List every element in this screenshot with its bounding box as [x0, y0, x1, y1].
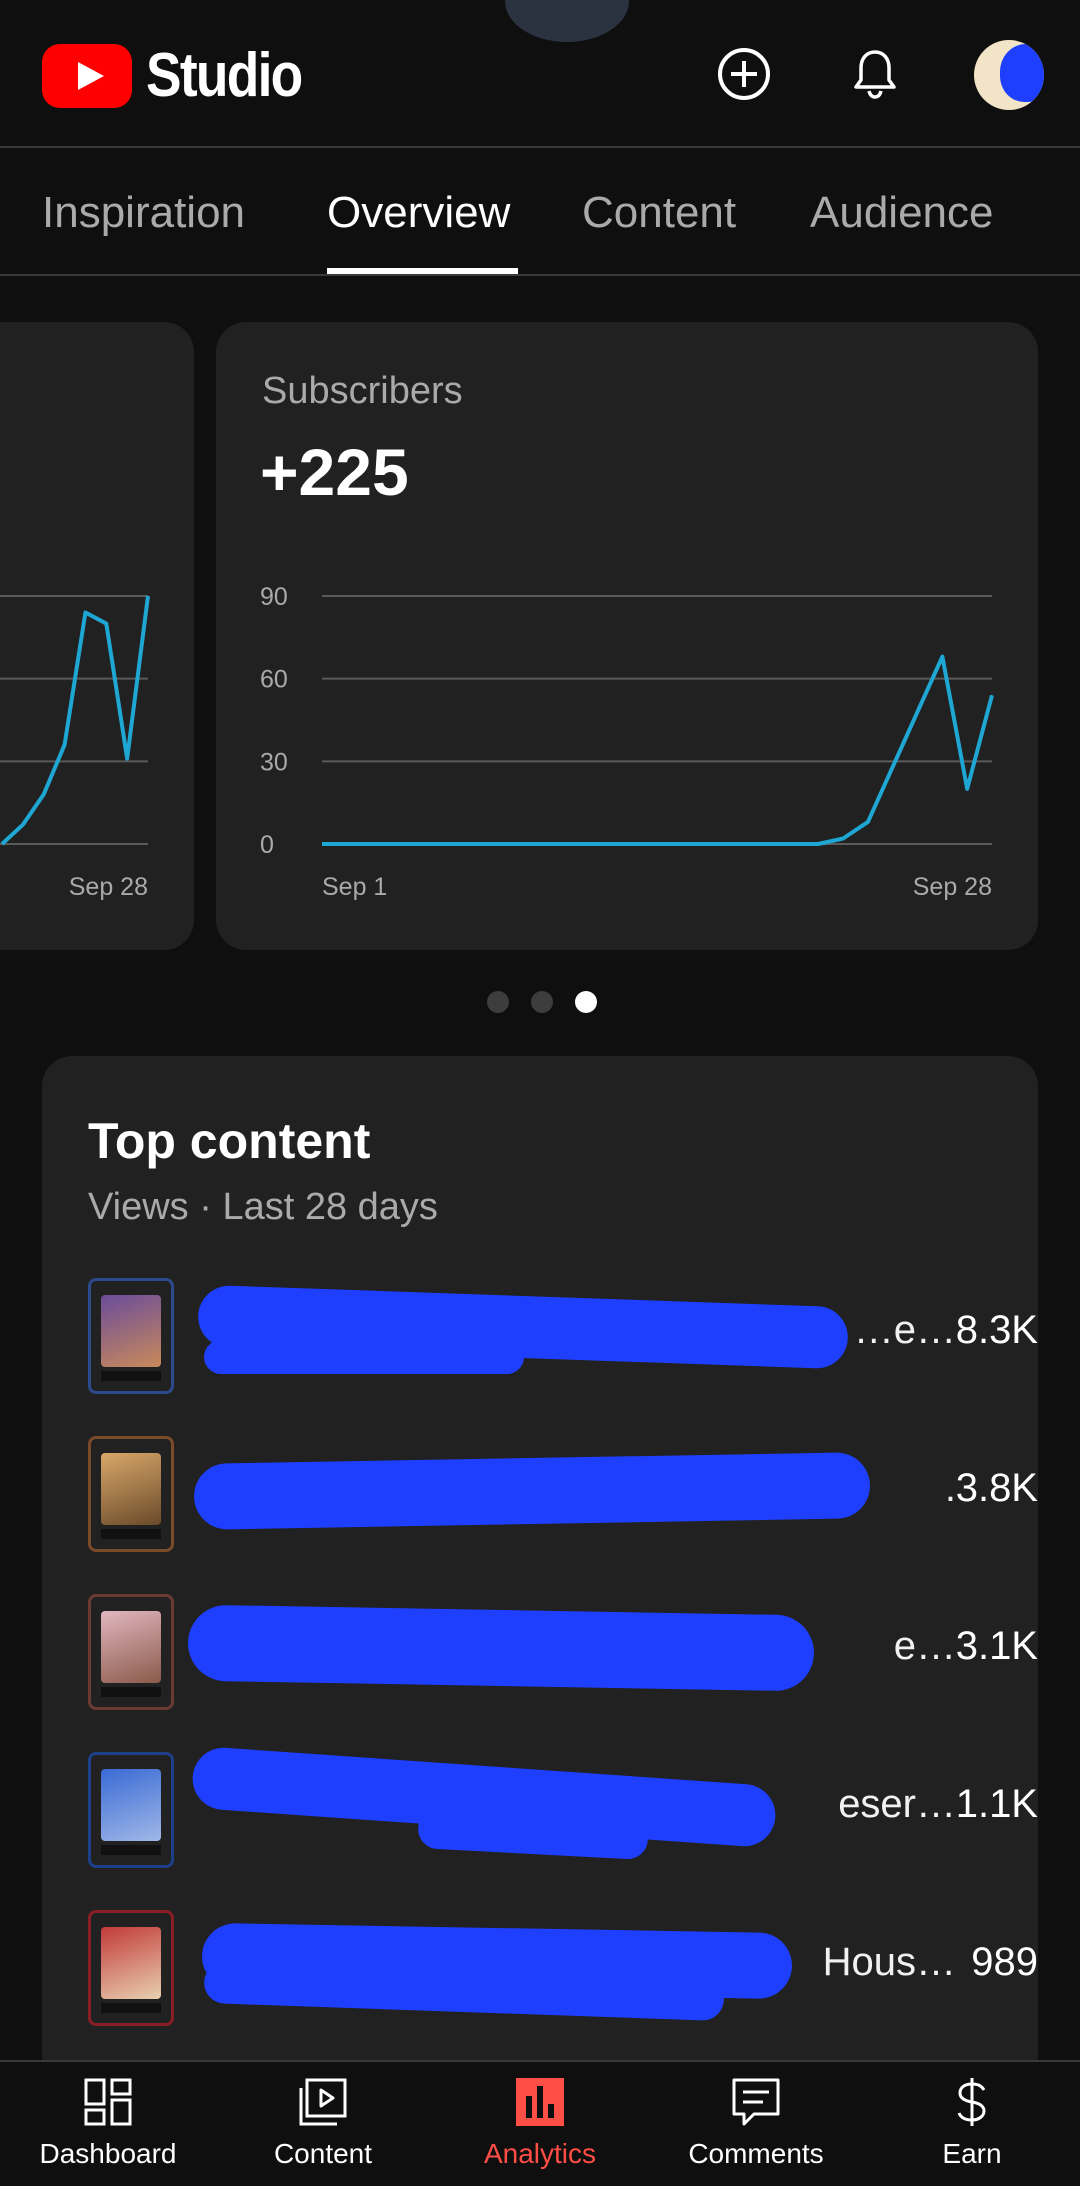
tab-content[interactable]: Content — [582, 188, 736, 238]
dashboard-icon — [84, 2078, 132, 2126]
camera-notch — [505, 0, 629, 42]
bell-icon — [854, 50, 896, 99]
carousel-dot-active[interactable] — [575, 991, 597, 1013]
nav-label: Analytics — [483, 2138, 597, 2169]
content-row[interactable]: …e… 8.3K — [88, 1278, 1038, 1396]
redaction-mark — [193, 1452, 871, 1530]
nav-dashboard[interactable]: Dashboard — [8, 2074, 208, 2170]
x-tick-label-end: Sep 28 — [69, 873, 148, 901]
tab-overview[interactable]: Overview — [327, 188, 510, 238]
y-tick-label: 60 — [260, 666, 288, 694]
bottom-navigation: Dashboard Content Analytics Comments Ear… — [0, 2060, 1080, 2186]
comments-icon — [732, 2078, 780, 2126]
dollar-icon — [957, 2078, 986, 2126]
tab-inspiration[interactable]: Inspiration — [42, 188, 245, 238]
avatar[interactable] — [974, 40, 1044, 110]
view-count: 3.1K — [955, 1624, 1038, 1668]
nav-content[interactable]: Content — [223, 2074, 423, 2170]
active-tab-indicator — [327, 268, 518, 274]
top-content-subtitle: Views · Last 28 days — [88, 1186, 438, 1228]
series-line — [322, 654, 994, 846]
app-header: Studio — [0, 0, 1080, 148]
content-icon — [299, 2078, 347, 2126]
plus-circle-icon — [718, 48, 770, 100]
analytics-icon — [516, 2078, 564, 2126]
top-content-title: Top content — [88, 1113, 371, 1169]
notifications-button[interactable] — [843, 42, 907, 106]
y-tick-label: 0 — [260, 831, 274, 859]
nav-label: Content — [273, 2138, 373, 2169]
app-name: Studio — [146, 41, 303, 110]
nav-analytics[interactable]: Analytics — [440, 2074, 640, 2170]
nav-comments[interactable]: Comments — [656, 2074, 856, 2170]
previous-line-chart: Sep 28 — [0, 595, 150, 901]
subscribers-card[interactable]: Subscribers +225 Sep 1 Sep 28 0 30 60 90 — [216, 322, 1038, 950]
redaction-mark — [204, 1340, 524, 1374]
studio-logo[interactable]: Studio — [42, 40, 327, 111]
content-row[interactable]: e… 3.1K — [88, 1594, 1038, 1712]
create-button[interactable] — [712, 42, 776, 106]
video-thumbnail — [88, 1752, 174, 1868]
carousel-dot[interactable] — [531, 991, 553, 1013]
nav-earn[interactable]: Earn — [872, 2074, 1072, 2170]
carousel-dot[interactable] — [487, 991, 509, 1013]
tab-bar: Inspiration Overview Content Audience — [0, 150, 1080, 276]
video-thumbnail — [88, 1910, 174, 2026]
carousel-indicator — [487, 991, 597, 1013]
video-thumbnail — [88, 1436, 174, 1552]
youtube-play-icon — [42, 43, 132, 108]
tab-audience[interactable]: Audience — [810, 188, 993, 238]
y-tick-label: 30 — [260, 748, 288, 776]
view-count: 989 — [971, 1940, 1038, 1984]
content-row[interactable]: eser… 1.1K — [88, 1745, 1038, 1870]
nav-label: Comments — [688, 2138, 824, 2169]
top-content-card: Top content Views · Last 28 days …e… 8.3… — [42, 1056, 1038, 2116]
view-count: 8.3K — [955, 1308, 1038, 1352]
nav-label: Dashboard — [39, 2138, 177, 2169]
chart-card-previous[interactable]: Sep 28 — [0, 322, 194, 950]
redaction-mark — [187, 1604, 815, 1692]
series-line — [0, 595, 150, 846]
nav-label: Earn — [942, 2138, 1002, 2169]
view-count: 1.1K — [955, 1782, 1038, 1826]
x-tick-label-end: Sep 28 — [913, 873, 992, 901]
view-count: 3.8K — [955, 1466, 1038, 1510]
y-tick-label: 90 — [260, 583, 288, 611]
x-tick-label-start: Sep 1 — [322, 873, 387, 901]
subscribers-line-chart: Sep 1 Sep 28 0 30 60 90 — [260, 583, 994, 901]
video-thumbnail — [88, 1278, 174, 1394]
content-row[interactable]: . 3.8K — [88, 1436, 1038, 1554]
content-row[interactable]: Hous… 989 — [88, 1910, 1038, 2028]
video-thumbnail — [88, 1594, 174, 1710]
